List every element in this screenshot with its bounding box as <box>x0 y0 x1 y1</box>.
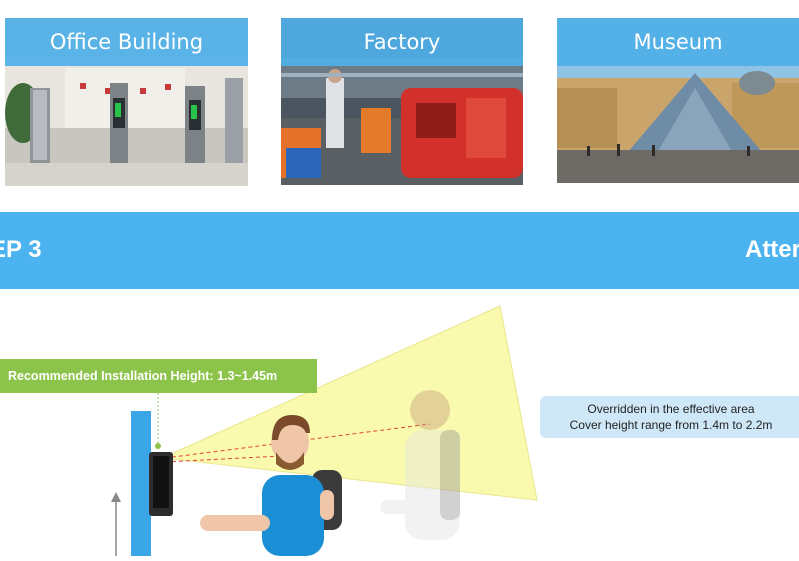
factory-caption: Factory <box>281 18 523 66</box>
office-building-card: Office Building <box>5 18 248 186</box>
museum-caption: Museum <box>557 18 799 66</box>
mounting-wall <box>131 411 151 556</box>
coverage-note-line1: Overridden in the effective area <box>587 402 755 416</box>
step-title-label: Atter <box>744 236 799 263</box>
step-header-band: EP 3 Atter <box>0 212 799 289</box>
museum-card: Museum <box>557 18 799 183</box>
factory-card: Factory <box>281 18 523 185</box>
office-building-caption: Office Building <box>5 18 248 66</box>
detection-cone <box>160 305 538 501</box>
coverage-note: Overridden in the effective area Cover h… <box>540 396 799 438</box>
coverage-note-line2: Cover height range from 1.4m to 2.2m <box>569 418 773 432</box>
step-number-label: EP 3 <box>0 236 42 263</box>
installation-height-label: Recommended Installation Height: 1.3~1.4… <box>0 359 317 393</box>
